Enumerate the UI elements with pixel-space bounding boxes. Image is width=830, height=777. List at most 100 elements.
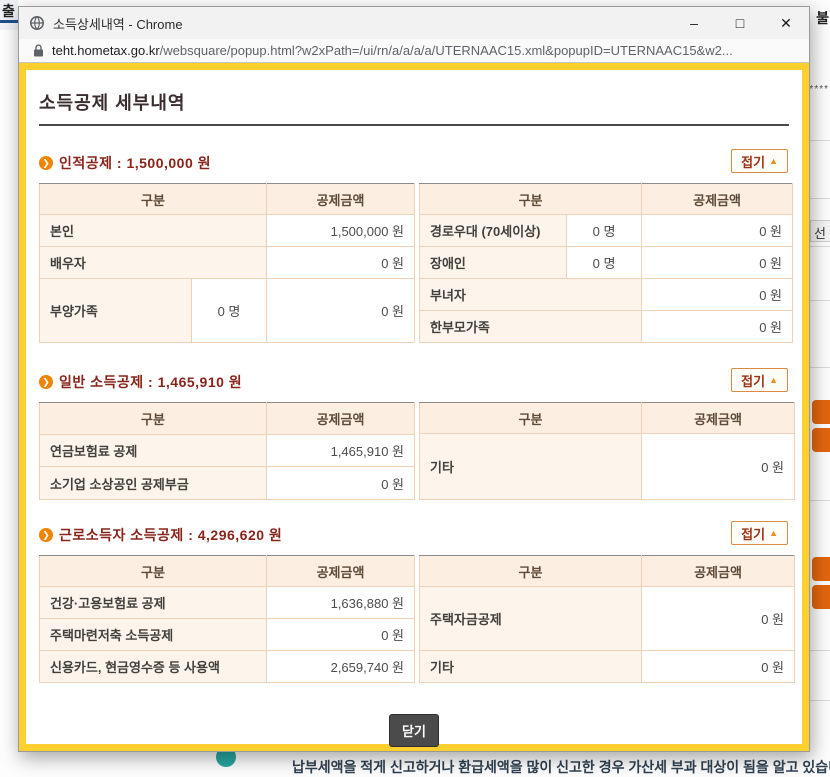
row-label: 한부모가족 bbox=[420, 311, 642, 343]
table-header-row: 구분 공제금액 bbox=[420, 403, 795, 434]
row-count: 0 명 bbox=[192, 279, 267, 343]
section-header-earned-income: ❯ 근로소득자 소득공제 : 4,296,620 원 접기 ▲ bbox=[39, 523, 789, 547]
section-bullet-icon: ❯ bbox=[39, 375, 53, 389]
bg-orange-button-fragment[interactable] bbox=[812, 400, 830, 424]
window-controls: – □ ✕ bbox=[671, 7, 809, 39]
row-count: 0 명 bbox=[567, 247, 642, 279]
general-table-left: 구분 공제금액 연금보험료 공제 1,465,910 원 소기업 소상공인 공제… bbox=[39, 402, 415, 500]
table-row: 기타 0 원 bbox=[420, 434, 795, 500]
table-row: 주택마련저축 소득공제 0 원 bbox=[40, 619, 415, 651]
bg-orange-button-fragment[interactable] bbox=[812, 585, 830, 609]
section-title: 인적공제 : 1,500,000 원 bbox=[59, 153, 211, 173]
row-label: 기타 bbox=[420, 434, 642, 500]
general-deduction-tables: 구분 공제금액 연금보험료 공제 1,465,910 원 소기업 소상공인 공제… bbox=[39, 402, 789, 500]
table-header-row: 구분 공제금액 bbox=[420, 556, 795, 587]
close-button-row: 닫기 bbox=[39, 714, 789, 747]
url-text: teht.hometax.go.kr/websquare/popup.html?… bbox=[52, 43, 733, 58]
close-window-button[interactable]: ✕ bbox=[763, 7, 809, 39]
collapse-label: 접기 bbox=[741, 371, 765, 390]
chrome-popup-window: 소득상세내역 - Chrome – □ ✕ teht.hometax.go.kr… bbox=[18, 6, 810, 752]
personal-table-right: 구분 공제금액 경로우대 (70세이상) 0 명 0 원 장애인 0 명 0 원 bbox=[419, 183, 793, 343]
earned-income-table-left: 구분 공제금액 건강·고용보험료 공제 1,636,880 원 주택마련저축 소… bbox=[39, 555, 415, 683]
row-label: 본인 bbox=[40, 215, 267, 247]
table-header-row: 구분 공제금액 bbox=[40, 556, 415, 587]
earned-income-table-right: 구분 공제금액 주택자금공제 0 원 기타 0 원 bbox=[419, 555, 795, 683]
table-row: 주택자금공제 0 원 bbox=[420, 587, 795, 651]
table-row: 신용카드, 현금영수증 등 사용액 2,659,740 원 bbox=[40, 651, 415, 683]
col-header-gubun: 구분 bbox=[40, 556, 267, 587]
col-header-amount: 공제금액 bbox=[267, 184, 415, 215]
collapse-button-general[interactable]: 접기 ▲ bbox=[731, 368, 788, 392]
table-header-row: 구분 공제금액 bbox=[40, 403, 415, 435]
url-path: /websquare/popup.html?w2xPath=/ui/rn/a/a… bbox=[160, 43, 733, 58]
personal-deduction-tables: 구분 공제금액 본인 1,500,000 원 배우자 0 원 부양가족 0 명 bbox=[39, 183, 789, 343]
table-row: 건강·고용보험료 공제 1,636,880 원 bbox=[40, 587, 415, 619]
row-amount: 0 원 bbox=[642, 587, 795, 651]
bg-masked-stars: **** bbox=[809, 84, 829, 95]
earned-income-deduction-tables: 구분 공제금액 건강·고용보험료 공제 1,636,880 원 주택마련저축 소… bbox=[39, 555, 789, 683]
row-label: 장애인 bbox=[420, 247, 567, 279]
row-amount: 0 원 bbox=[642, 215, 793, 247]
collapse-arrow-icon: ▲ bbox=[769, 156, 778, 166]
section-bullet-icon: ❯ bbox=[39, 156, 53, 170]
collapse-button-personal[interactable]: 접기 ▲ bbox=[731, 149, 788, 173]
row-label: 부양가족 bbox=[40, 279, 192, 343]
row-label: 주택자금공제 bbox=[420, 587, 642, 651]
bg-hline bbox=[810, 700, 830, 701]
row-label: 신용카드, 현금영수증 등 사용액 bbox=[40, 651, 267, 683]
minimize-button[interactable]: – bbox=[671, 7, 717, 39]
section-title: 근로소득자 소득공제 : 4,296,620 원 bbox=[59, 525, 282, 545]
col-header-amount: 공제금액 bbox=[642, 556, 795, 587]
bg-orange-button-fragment[interactable] bbox=[812, 428, 830, 452]
table-header-row: 구분 공제금액 bbox=[420, 184, 793, 215]
url-domain: teht.hometax.go.kr bbox=[52, 43, 160, 58]
maximize-button[interactable]: □ bbox=[717, 7, 763, 39]
table-row: 배우자 0 원 bbox=[40, 247, 415, 279]
row-amount: 2,659,740 원 bbox=[267, 651, 415, 683]
bg-left-underline bbox=[0, 20, 18, 23]
table-row: 한부모가족 0 원 bbox=[420, 311, 793, 343]
close-dialog-button[interactable]: 닫기 bbox=[389, 714, 439, 747]
collapse-arrow-icon: ▲ bbox=[769, 528, 778, 538]
table-row: 장애인 0 명 0 원 bbox=[420, 247, 793, 279]
section-header-personal: ❯ 인적공제 : 1,500,000 원 접기 ▲ bbox=[39, 151, 789, 175]
section-header-general: ❯ 일반 소득공제 : 1,465,910 원 접기 ▲ bbox=[39, 370, 789, 394]
row-amount: 0 원 bbox=[642, 279, 793, 311]
title-divider bbox=[39, 124, 789, 126]
table-row: 본인 1,500,000 원 bbox=[40, 215, 415, 247]
row-amount: 0 원 bbox=[642, 247, 793, 279]
bg-hline bbox=[810, 198, 830, 199]
bg-hline bbox=[810, 500, 830, 501]
globe-favicon-icon bbox=[29, 15, 45, 31]
popup-content: 소득공제 세부내역 ❯ 인적공제 : 1,500,000 원 접기 ▲ 구분 공… bbox=[19, 63, 809, 751]
bg-hline bbox=[810, 300, 830, 301]
col-header-gubun: 구분 bbox=[420, 184, 642, 215]
address-bar[interactable]: teht.hometax.go.kr/websquare/popup.html?… bbox=[19, 39, 809, 63]
col-header-amount: 공제금액 bbox=[642, 184, 793, 215]
lock-icon bbox=[33, 44, 44, 57]
row-label: 기타 bbox=[420, 651, 642, 683]
col-header-amount: 공제금액 bbox=[642, 403, 795, 434]
row-label: 배우자 bbox=[40, 247, 267, 279]
collapse-button-earned-income[interactable]: 접기 ▲ bbox=[731, 521, 788, 545]
col-header-gubun: 구분 bbox=[420, 556, 642, 587]
page-title: 소득공제 세부내역 bbox=[39, 89, 789, 115]
row-amount: 0 원 bbox=[267, 467, 415, 500]
table-row: 연금보험료 공제 1,465,910 원 bbox=[40, 434, 415, 467]
screen: 출 불 **** 선 납부세액을 적게 신고하거나 환급세액을 많이 신고한 경… bbox=[0, 0, 830, 777]
row-label: 건강·고용보험료 공제 bbox=[40, 587, 267, 619]
bg-hline bbox=[810, 650, 830, 651]
bg-sun-fragment: 선 bbox=[810, 220, 830, 242]
bg-hline bbox=[810, 246, 830, 247]
row-label: 부녀자 bbox=[420, 279, 642, 311]
col-header-gubun: 구분 bbox=[40, 403, 267, 435]
bg-right-top-fragment: 불 bbox=[816, 8, 829, 28]
bg-hline bbox=[810, 140, 830, 141]
general-table-right: 구분 공제금액 기타 0 원 bbox=[419, 402, 795, 500]
col-header-gubun: 구분 bbox=[40, 184, 267, 215]
row-label: 경로우대 (70세이상) bbox=[420, 215, 567, 247]
row-amount: 1,500,000 원 bbox=[267, 215, 415, 247]
section-title: 일반 소득공제 : 1,465,910 원 bbox=[59, 372, 242, 392]
bg-orange-button-fragment[interactable] bbox=[812, 557, 830, 581]
collapse-label: 접기 bbox=[741, 524, 765, 543]
